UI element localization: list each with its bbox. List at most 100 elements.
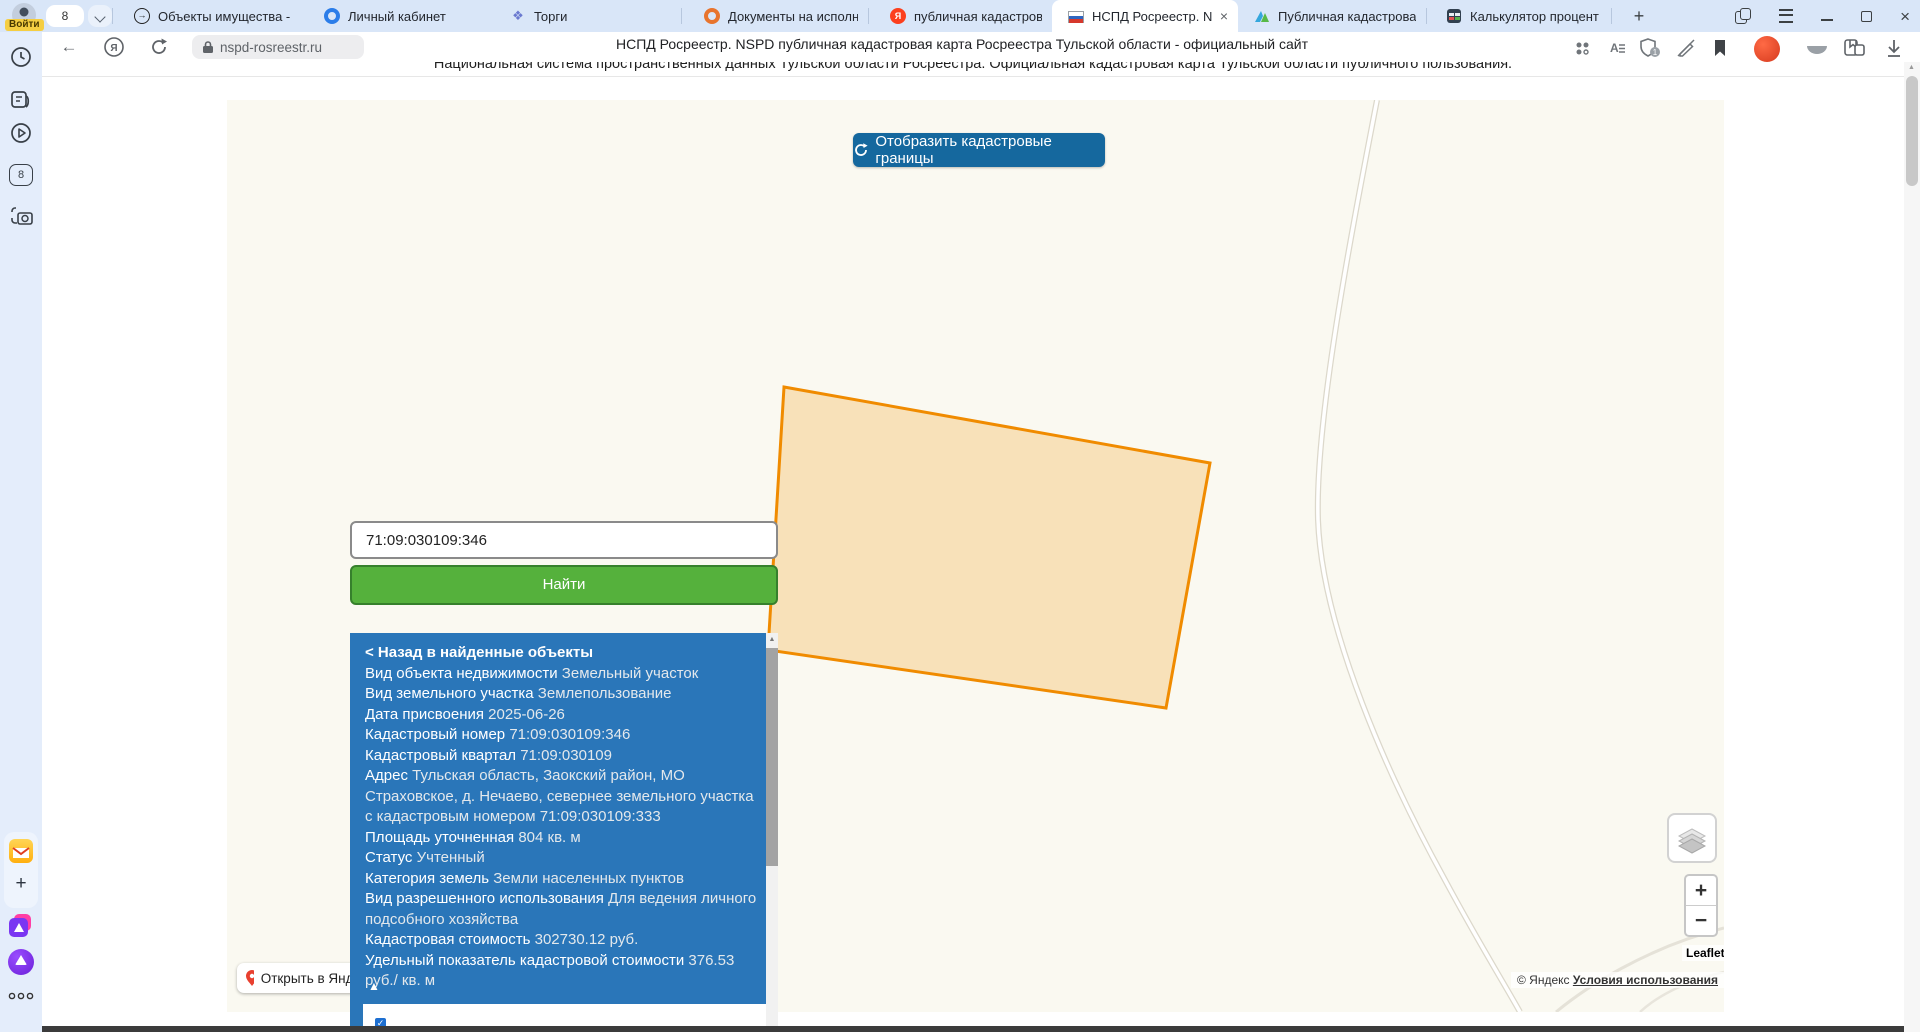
more-icon[interactable] [8,988,36,1003]
tab-label: Документы на исполн [728,8,858,24]
screenshot-icon[interactable] [9,204,33,228]
show-cadastral-borders-button[interactable]: Отобразить кадастровые границы [853,133,1105,167]
tab-calculator[interactable]: Калькулятор процент [1430,0,1611,32]
layers-icon [1677,828,1707,854]
chevron-down-icon [94,11,106,23]
scrollbar-up-arrow[interactable]: ▲ [766,633,778,646]
address-toolbar: ← Я nspd-rosreestr.ru НСПД Росреестр. NS… [42,32,1920,62]
tab-documents[interactable]: Документы на исполн [688,0,868,32]
turbo-pen-icon[interactable] [1674,36,1698,60]
page-header-clipped: Национальная система пространственных да… [42,62,1904,76]
road-casing [1314,100,1523,1012]
back-to-results-link[interactable]: < Назад в найденные объекты [365,643,757,664]
info-row: Вид земельного участка Землепользование [365,685,672,702]
divider [1611,8,1612,24]
close-tab-icon[interactable]: × [1220,8,1228,24]
tab-public-cadastral-2[interactable]: Публичная кадастрова [1238,0,1426,32]
map-attribution: © Яндекс Условия использования [1511,972,1724,988]
parcel-polygon[interactable] [766,385,1212,710]
tab-label: публичная кадастрова [914,8,1042,24]
login-badge[interactable]: Войти [5,19,44,31]
bottom-edge-bar [42,1026,1920,1032]
divider [112,8,113,24]
window-minimize-button[interactable] [1821,19,1834,21]
tab-list-dropdown[interactable] [88,5,112,27]
tab-panel-icon[interactable] [1735,8,1752,24]
scrollbar-up-arrow[interactable]: ▲ [1908,64,1915,71]
tab-label: НСПД Росреестр. NS [1092,8,1212,24]
arrow-circle-favicon: → [134,8,150,24]
copyright-text: © Яндекс [1517,973,1573,987]
panel-scrollbar[interactable]: ▲ [766,633,778,1032]
new-tab-button[interactable]: + [1626,4,1652,28]
tab-bar: Войти 8 → Объекты имущества - Личный каб… [0,0,1920,32]
divider [681,8,682,24]
notes-icon[interactable] [9,88,33,112]
find-button[interactable]: Найти [350,565,778,605]
road-minor [1555,926,1724,1012]
collections-icon[interactable] [1804,36,1828,60]
scrollbar-thumb[interactable] [766,648,778,866]
collapse-arrow[interactable]: ▲ [368,979,380,993]
shield-badge: 1 [1653,48,1658,57]
alice-circle-icon[interactable] [8,949,34,975]
info-row: Дата присвоения 2025-06-26 [365,705,565,723]
address-bar[interactable]: nspd-rosreestr.ru [192,35,364,59]
sync-icon [855,143,868,156]
add-panel-icon[interactable]: + [9,873,33,897]
apps-icon[interactable] [9,914,33,938]
russia-flag-favicon [1068,11,1084,23]
window-close-button[interactable]: × [1900,8,1910,25]
orange-ring-favicon [704,8,720,24]
menu-icon[interactable] [1779,9,1794,23]
search-input[interactable] [350,521,778,559]
info-row: Кадастровый номер 71:09:030109:346 [365,726,631,743]
page-title: НСПД Росреестр. NSPD публичная кадастров… [616,36,1308,52]
page-header-text: Национальная система пространственных да… [433,62,1513,72]
protect-shield-icon[interactable]: 1 [1638,36,1662,60]
url-text: nspd-rosreestr.ru [220,39,323,55]
scrollbar-thumb[interactable] [1906,76,1918,186]
info-row: Кадастровый квартал 71:09:030109 [365,746,612,764]
tab-groups-icon[interactable] [1842,36,1866,60]
info-row: Кадастровая стоимость 302730.12 руб. [365,931,639,948]
window-maximize-button[interactable] [1861,10,1873,22]
tab-label: Торги [534,8,568,24]
yandex-circle-icon[interactable]: Я [102,35,126,59]
divider [42,76,1904,77]
show-borders-label: Отобразить кадастровые границы [875,133,1052,167]
history-icon[interactable] [9,45,33,69]
leaflet-attribution[interactable]: Leaflet [1682,945,1724,961]
refresh-icon[interactable] [147,35,171,59]
browser-sidebar: 8 + [0,32,42,1032]
info-row: Категория земель Земли населенных пункто… [365,869,684,887]
tiles-icon[interactable] [1570,36,1594,60]
tab-objects[interactable]: → Объекты имущества - [118,0,308,32]
tab-label: Объекты имущества - [158,8,291,24]
tab-public-cadastral-1[interactable]: Я публичная кадастрова [874,0,1052,32]
tab-counter-icon[interactable]: 8 [9,164,33,186]
translate-icon[interactable]: A [1605,36,1629,60]
zoom-control: + − [1684,874,1718,937]
tab-counter[interactable]: 8 [46,5,84,27]
parcel-info-panel: < Назад в найденные объекты Вид объекта … [350,633,778,1032]
zoom-out-button[interactable]: − [1686,905,1716,935]
back-icon[interactable]: ← [57,35,81,59]
open-in-yandex-label: Открыть в Янде [260,970,361,986]
info-row: Вид объекта недвижимости Земельный участ… [365,664,699,682]
page-scrollbar[interactable]: ▲ [1904,62,1920,1032]
tab-nspd-active[interactable]: НСПД Росреестр. NS × [1052,0,1238,32]
player-icon[interactable] [9,121,33,145]
mail-icon[interactable] [9,839,33,863]
tab-personal-cabinet[interactable]: Личный кабинет [308,0,494,32]
blue-ring-favicon [324,8,340,24]
tab-label: Публичная кадастрова [1278,8,1416,24]
bookmark-flag-icon[interactable] [1708,36,1732,60]
emblem-favicon: ❖ [512,8,524,23]
alice-icon[interactable] [1754,36,1780,62]
terms-link[interactable]: Условия использования [1573,973,1718,987]
zoom-in-button[interactable]: + [1686,876,1716,905]
tab-torgi[interactable]: ❖ Торги [494,0,681,32]
layers-button[interactable] [1667,813,1717,863]
downloads-icon[interactable] [1882,36,1906,60]
